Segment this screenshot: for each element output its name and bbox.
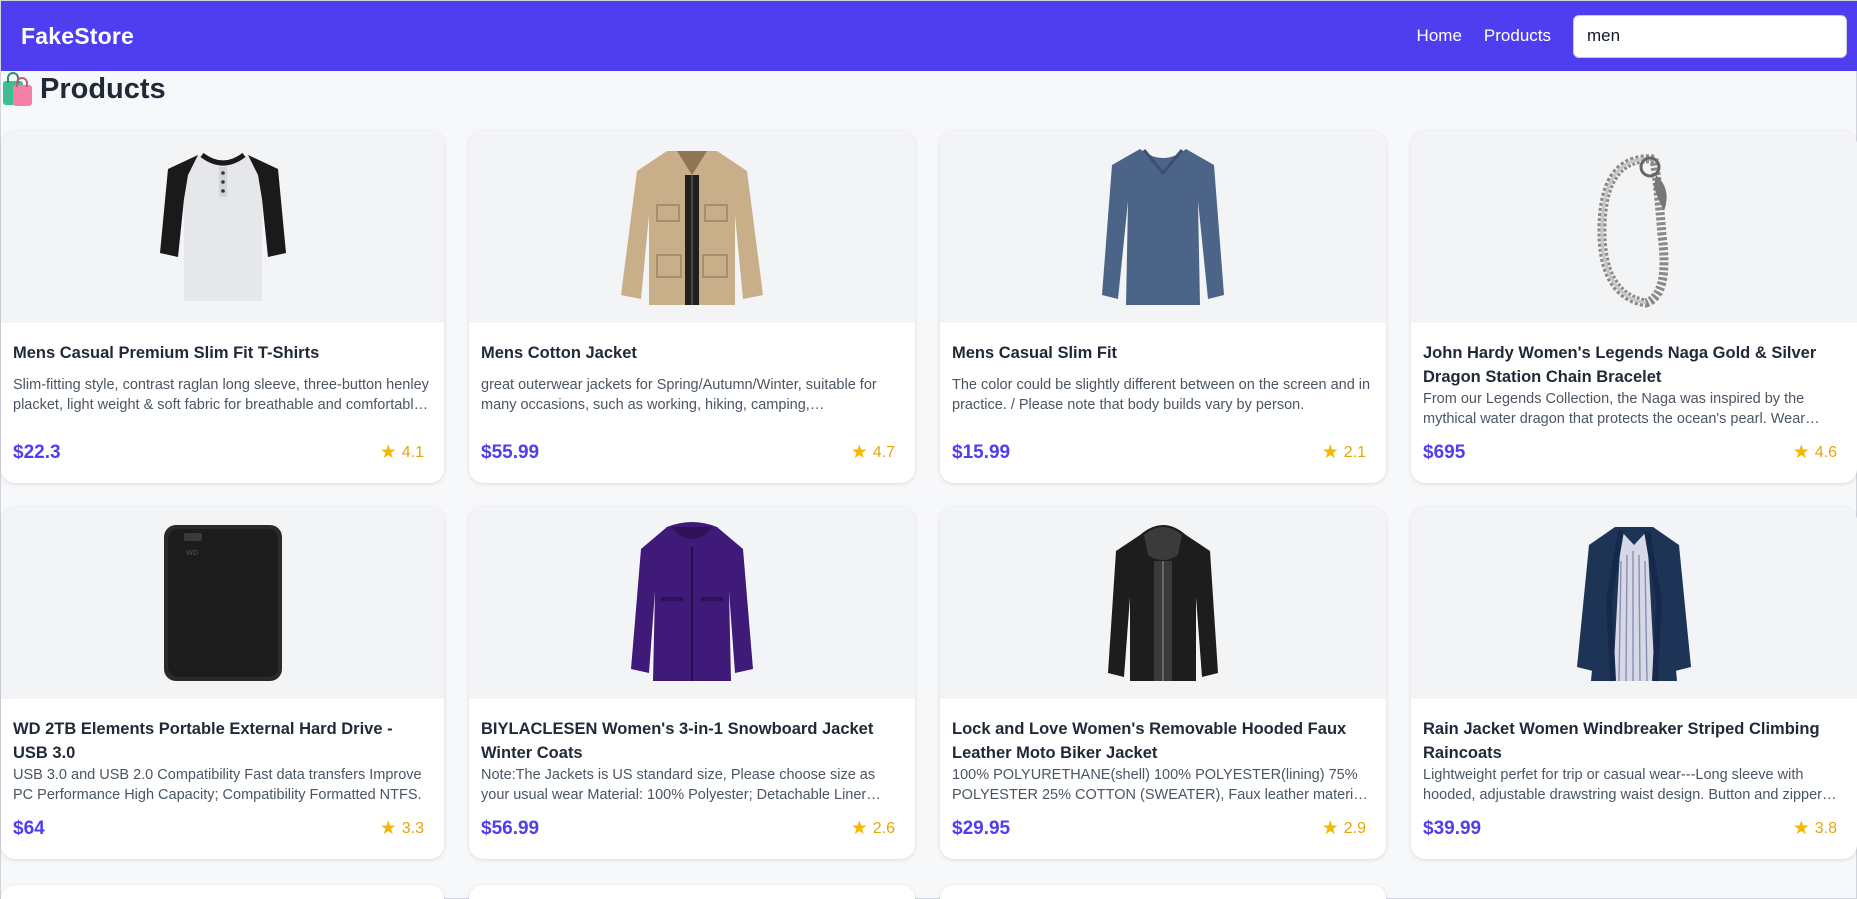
brand-logo[interactable]: FakeStore <box>21 23 134 50</box>
star-icon: ★ <box>1792 442 1810 463</box>
product-image: WD <box>1 507 444 699</box>
product-description: The color could be slightly different be… <box>952 377 1371 413</box>
product-rating: ★ 4.1 <box>380 441 424 464</box>
product-rating: ★ 2.6 <box>851 817 895 840</box>
product-description: From our Legends Collection, the Naga wa… <box>1423 391 1806 427</box>
product-rating: ★ 2.9 <box>1322 817 1366 840</box>
product-card-partial[interactable] <box>940 885 1386 899</box>
rating-value: 3.8 <box>1814 819 1837 837</box>
product-card[interactable]: John Hardy Women's Legends Naga Gold & S… <box>1411 131 1857 483</box>
product-price: $15.99 <box>952 441 1011 463</box>
product-card[interactable]: Mens Casual Premium Slim Fit T-Shirts Sl… <box>1 131 444 483</box>
product-price: $56.99 <box>481 817 540 839</box>
rating-value: 2.1 <box>1343 443 1366 461</box>
leather-jacket-image <box>1108 525 1218 681</box>
product-price: $22.3 <box>13 441 61 463</box>
product-card[interactable]: Mens Casual Slim Fit The color could be … <box>940 131 1386 483</box>
star-icon: ★ <box>850 442 868 463</box>
blue-longsleeve-image <box>1102 149 1224 305</box>
product-card[interactable]: BIYLACLESEN Women's 3-in-1 Snowboard Jac… <box>469 507 915 859</box>
product-description: Note:The Jackets is US standard size, Pl… <box>481 767 876 803</box>
star-icon: ★ <box>1792 818 1810 839</box>
product-description: great outerwear jackets for Spring/Autum… <box>481 377 877 413</box>
hard-drive-image: WD <box>163 525 282 681</box>
product-title: BIYLACLESEN Women's 3-in-1 Snowboard Jac… <box>481 720 874 762</box>
star-icon: ★ <box>379 818 397 839</box>
product-image <box>940 131 1386 323</box>
chain-bracelet-image <box>1597 154 1669 308</box>
product-title: WD 2TB Elements Portable External Hard D… <box>13 720 393 762</box>
product-title: Mens Casual Slim Fit <box>952 344 1118 362</box>
star-icon: ★ <box>850 818 868 839</box>
product-rating: ★ 2.1 <box>1322 441 1366 464</box>
product-title: Mens Cotton Jacket <box>481 344 637 362</box>
nav-link-products[interactable]: Products <box>1484 26 1551 46</box>
product-price: $29.95 <box>952 817 1011 839</box>
purple-jacket-image <box>631 522 753 681</box>
main-nav: Home Products <box>1417 14 1847 58</box>
product-card-partial[interactable] <box>1 885 444 899</box>
star-icon: ★ <box>1321 818 1339 839</box>
svg-text:WD: WD <box>186 549 198 557</box>
product-price: $695 <box>1423 441 1466 463</box>
product-title: Rain Jacket Women Windbreaker Striped Cl… <box>1423 720 1820 762</box>
product-card[interactable]: Lock and Love Women's Removable Hooded F… <box>940 507 1386 859</box>
product-price: $64 <box>13 817 45 839</box>
product-image <box>1411 507 1857 699</box>
rating-value: 4.6 <box>1814 443 1837 461</box>
product-title: John Hardy Women's Legends Naga Gold & S… <box>1423 344 1817 386</box>
navy-raincoat-image <box>1577 527 1691 682</box>
product-image <box>1411 131 1857 323</box>
rating-value: 2.6 <box>872 819 895 837</box>
product-rating: ★ 4.6 <box>1793 441 1837 464</box>
raglan-tshirt-image <box>159 152 286 301</box>
star-icon: ★ <box>379 442 397 463</box>
product-image <box>1 131 444 323</box>
product-card-partial[interactable] <box>469 885 915 899</box>
rating-value: 4.1 <box>401 443 424 461</box>
product-description: 100% POLYURETHANE(shell) 100% POLYESTER(… <box>952 767 1365 803</box>
product-description: Slim-fitting style, contrast raglan long… <box>13 377 429 413</box>
top-navbar: FakeStore Home Products <box>1 1 1857 71</box>
product-card[interactable]: WD WD 2TB Elements Portable External Har… <box>1 507 444 859</box>
product-title: Lock and Love Women's Removable Hooded F… <box>952 720 1347 762</box>
product-title: Mens Casual Premium Slim Fit T-Shirts <box>13 344 320 362</box>
product-description: Lightweight perfet for trip or casual we… <box>1423 767 1823 803</box>
product-rating: ★ 4.7 <box>851 441 895 464</box>
product-image <box>940 507 1386 699</box>
product-grid-next-row <box>1 885 1386 899</box>
page-title-text: Products <box>40 72 166 105</box>
product-rating: ★ 3.8 <box>1793 817 1837 840</box>
rating-value: 3.3 <box>401 819 424 837</box>
rating-value: 4.7 <box>872 443 895 461</box>
nav-link-home[interactable]: Home <box>1417 26 1462 46</box>
product-card[interactable]: Mens Cotton Jacket great outerwear jacke… <box>469 131 915 483</box>
product-image <box>469 131 915 323</box>
product-rating: ★ 3.3 <box>380 817 424 840</box>
product-price: $39.99 <box>1423 817 1482 839</box>
shopping-bags-icon <box>3 72 32 106</box>
page-title: Products <box>1 71 166 107</box>
rating-value: 2.9 <box>1343 819 1366 837</box>
star-icon: ★ <box>1321 442 1339 463</box>
product-description: USB 3.0 and USB 2.0 Compatibility Fast d… <box>13 767 422 803</box>
product-grid: Mens Casual Premium Slim Fit T-Shirts Sl… <box>1 131 1857 859</box>
search-input[interactable] <box>1573 14 1847 58</box>
khaki-jacket-image <box>621 151 763 305</box>
product-image <box>469 507 915 699</box>
product-card[interactable]: Rain Jacket Women Windbreaker Striped Cl… <box>1411 507 1857 859</box>
product-price: $55.99 <box>481 441 540 463</box>
